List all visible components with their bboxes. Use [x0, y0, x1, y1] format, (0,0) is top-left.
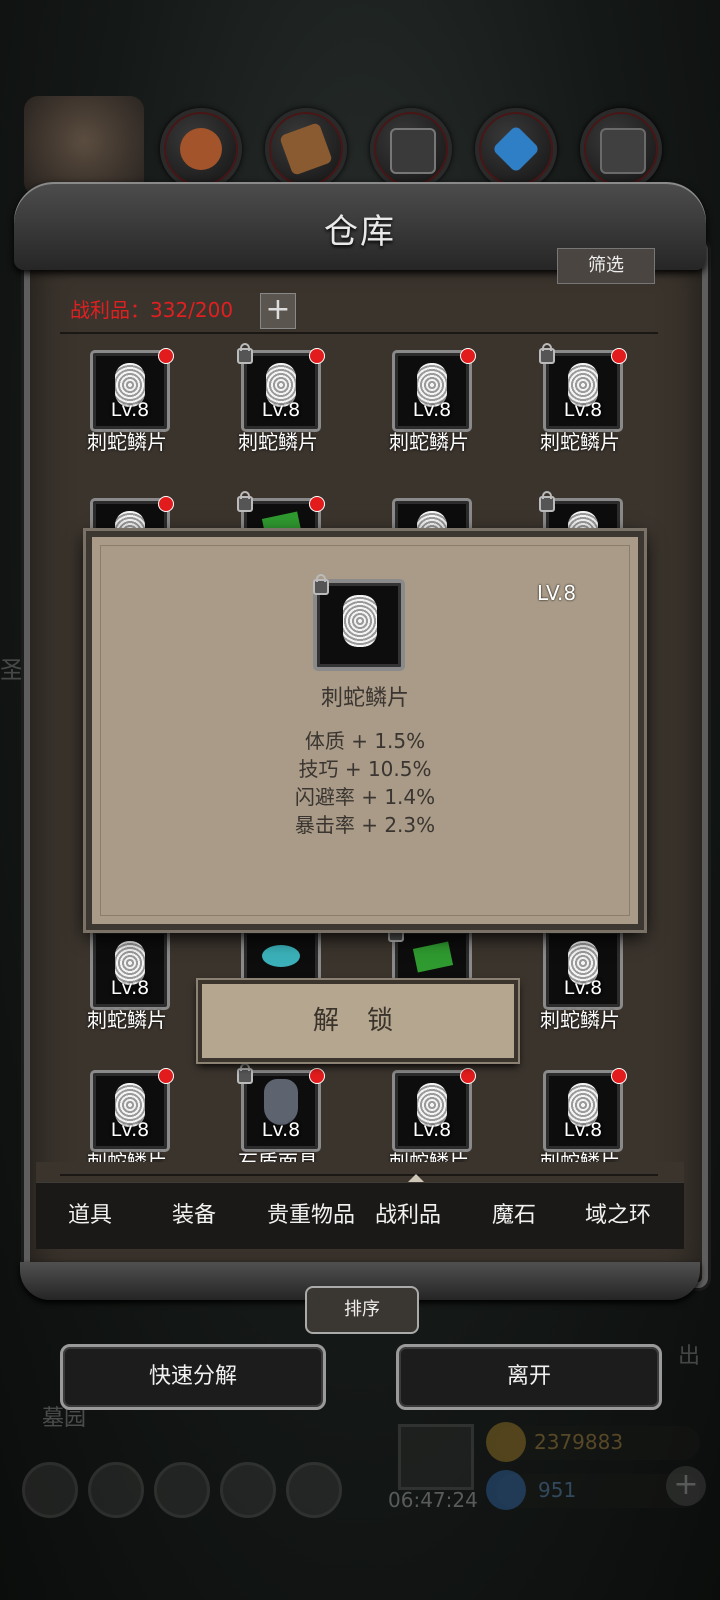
leave-button[interactable]: 离开 — [396, 1344, 662, 1410]
item-name: 刺蛇鳞片 — [540, 430, 620, 454]
new-badge — [460, 348, 476, 364]
tab-equipment[interactable]: 装备 — [140, 1183, 248, 1249]
item-slot: Lv.8 — [543, 928, 623, 1010]
item-level: Lv.8 — [261, 1119, 301, 1141]
item-slot: Lv.8 — [90, 350, 170, 432]
teal-bowl-icon — [262, 945, 300, 967]
item-slot: Lv.8 — [241, 350, 321, 432]
add-gem-icon: + — [666, 1466, 706, 1506]
category-tabs: 道具 装备 贵重物品 战利品 魔石 域之环 — [36, 1182, 684, 1249]
tab-domain-ring[interactable]: 域之环 — [564, 1183, 672, 1249]
item-name: 刺蛇鳞片 — [389, 430, 469, 454]
nav-circle-icon-3 — [154, 1462, 210, 1518]
item-level: Lv.8 — [563, 399, 603, 421]
quick-decompose-button[interactable]: 快速分解 — [60, 1344, 326, 1410]
nav-circle-icon-4 — [220, 1462, 276, 1518]
grid-clip — [36, 1162, 684, 1182]
popup-stats: 体质 + 1.5% 技巧 + 10.5% 闪避率 + 1.4% 暴击率 + 2.… — [92, 727, 638, 839]
lock-icon — [539, 491, 555, 512]
player-avatar — [24, 96, 144, 196]
item-level: Lv.8 — [110, 399, 150, 421]
sort-button[interactable]: 排序 — [305, 1286, 419, 1334]
tab-loot[interactable]: 战利品 — [354, 1183, 462, 1249]
item-name: 刺蛇鳞片 — [238, 430, 318, 454]
item-level: Lv.8 — [563, 977, 603, 999]
stat-line: 暴击率 + 2.3% — [294, 813, 436, 837]
new-badge — [309, 1068, 325, 1084]
expand-capacity-button[interactable]: + — [260, 293, 296, 329]
inventory-item[interactable]: Lv.8 刺蛇鳞片 — [52, 348, 202, 460]
item-level: Lv.8 — [110, 1119, 150, 1141]
item-level: Lv.8 — [563, 1119, 603, 1141]
popup-item-slot — [313, 574, 405, 671]
resource-icon-crystal — [475, 108, 557, 190]
resource-icon-iron — [370, 108, 452, 190]
stat-line: 技巧 + 10.5% — [298, 757, 432, 781]
item-slot: Lv.8 — [90, 928, 170, 1010]
gift-icon — [398, 1424, 474, 1490]
popup-item-name: 刺蛇鳞片 — [320, 686, 409, 711]
inventory-item[interactable]: Lv.8 刺蛇鳞片 — [52, 928, 202, 1038]
lock-icon — [313, 574, 329, 595]
inventory-item[interactable]: Lv.8 刺蛇鳞片 — [505, 343, 655, 460]
unlock-button[interactable]: 解 锁 — [198, 980, 518, 1062]
item-detail-popup: LV.8 刺蛇鳞片 体质 + 1.5% 技巧 + 10.5% 闪避率 + 1.4… — [86, 531, 644, 930]
side-label-left: 圣 — [0, 656, 24, 684]
stat-line: 闪避率 + 1.4% — [294, 785, 436, 809]
new-badge — [158, 1068, 174, 1084]
new-badge — [158, 348, 174, 364]
resource-icon-meat — [160, 108, 242, 190]
inventory-item[interactable]: Lv.8 刺蛇鳞片 — [354, 348, 504, 460]
item-slot: Lv.8 — [543, 350, 623, 432]
nav-circle-icon-1 — [22, 1462, 78, 1518]
gem-amount: 951 — [538, 1478, 577, 1502]
item-level: Lv.8 — [261, 399, 301, 421]
gold-amount: 2379883 — [534, 1430, 624, 1454]
green-tablet-icon — [412, 941, 454, 973]
loot-count: 战利品：332/200 — [70, 298, 234, 322]
divider-bottom — [60, 1174, 658, 1176]
tab-items[interactable]: 道具 — [36, 1183, 144, 1249]
panel-title: 仓库 — [324, 212, 396, 252]
inventory-item[interactable]: Lv.8 刺蛇鳞片 — [203, 343, 353, 460]
new-badge — [309, 496, 325, 512]
item-level: Lv.8 — [412, 399, 452, 421]
resource-icon-wood — [265, 108, 347, 190]
filter-button[interactable]: 筛选 — [557, 248, 655, 284]
new-badge — [611, 348, 627, 364]
item-slot: Lv.8 — [543, 1070, 623, 1152]
item-name: 刺蛇鳞片 — [87, 1008, 167, 1032]
nav-circle-icon-2 — [88, 1462, 144, 1518]
lock-icon — [237, 343, 253, 364]
new-badge — [158, 496, 174, 512]
item-name: 刺蛇鳞片 — [540, 1008, 620, 1032]
tab-magic-stone[interactable]: 魔石 — [460, 1183, 568, 1249]
popup-level: LV.8 — [537, 581, 577, 605]
resource-icon-stone — [580, 108, 662, 190]
new-badge — [460, 1068, 476, 1084]
inventory-item[interactable]: Lv.8 刺蛇鳞片 — [505, 928, 655, 1038]
side-label-right: 出 — [678, 1344, 701, 1369]
new-badge — [309, 348, 325, 364]
divider-top — [60, 332, 658, 334]
gold-coin-icon — [486, 1422, 526, 1462]
clock-text: 06:47:24 — [388, 1488, 478, 1512]
gem-icon — [486, 1470, 526, 1510]
stat-line: 体质 + 1.5% — [304, 729, 426, 753]
new-badge — [611, 1068, 627, 1084]
scale-icon — [343, 595, 377, 647]
lock-icon — [237, 1063, 253, 1084]
item-name: 刺蛇鳞片 — [87, 430, 167, 454]
item-slot: Lv.8 — [241, 1070, 321, 1152]
lock-icon — [237, 491, 253, 512]
nav-circle-icon-5 — [286, 1462, 342, 1518]
item-level: Lv.8 — [412, 1119, 452, 1141]
item-level: Lv.8 — [110, 977, 150, 999]
lock-icon — [539, 343, 555, 364]
item-slot: Lv.8 — [90, 1070, 170, 1152]
item-slot: Lv.8 — [392, 1070, 472, 1152]
item-slot: Lv.8 — [392, 350, 472, 432]
